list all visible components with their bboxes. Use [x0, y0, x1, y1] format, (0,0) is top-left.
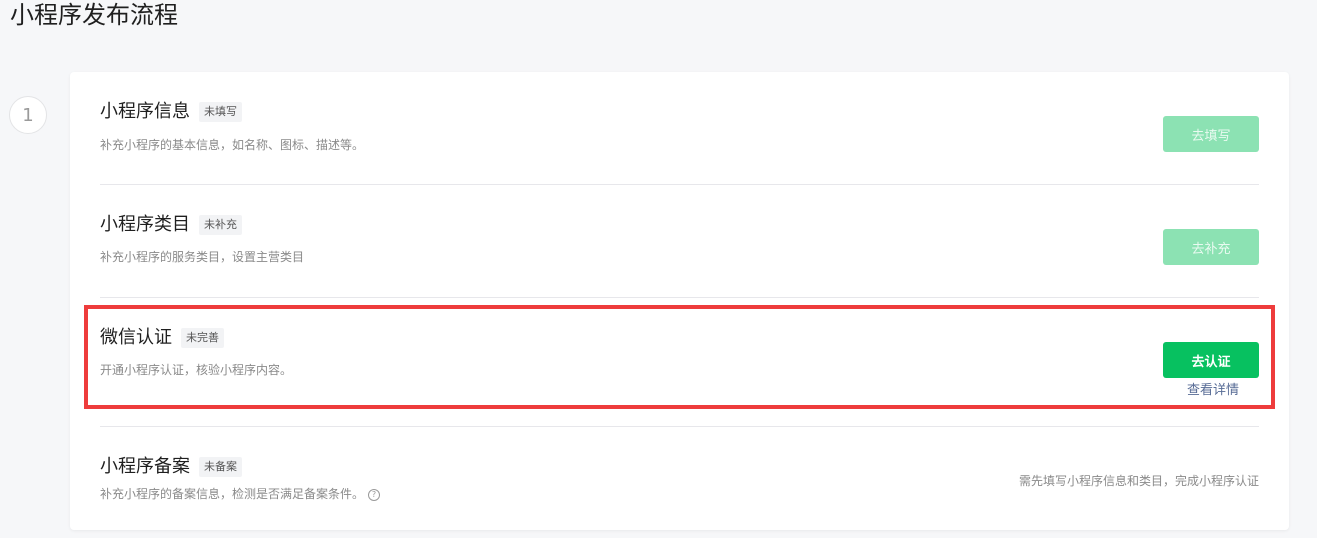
status-tag: 未备案 [199, 457, 242, 477]
step-number-badge: 1 [9, 96, 47, 134]
status-tag: 未完善 [181, 328, 224, 348]
page-title: 小程序发布流程 [10, 1, 178, 29]
add-category-button[interactable]: 去补充 [1163, 229, 1259, 265]
section-description: 补充小程序的备案信息，检测是否满足备案条件。? [100, 485, 381, 503]
section-title-row: 小程序信息 未填写 [100, 100, 242, 124]
section-description: 补充小程序的服务类目，设置主营类目 [100, 250, 305, 264]
status-tag: 未补充 [199, 215, 242, 235]
section-description: 补充小程序的基本信息，如名称、图标、描述等。 [100, 138, 365, 152]
question-circle-icon[interactable]: ? [368, 488, 381, 501]
section-title: 微信认证 [100, 327, 172, 348]
section-title-row: 小程序类目 未补充 [100, 213, 242, 237]
section-title: 小程序类目 [100, 214, 190, 235]
section-miniprogram-category: 小程序类目 未补充 补充小程序的服务类目，设置主营类目 去补充 [100, 185, 1259, 297]
publish-steps-card: 小程序信息 未填写 补充小程序的基本信息，如名称、图标、描述等。 去填写 小程序… [70, 72, 1289, 530]
section-title-row: 微信认证 未完善 [100, 326, 224, 350]
prerequisite-notice: 需先填写小程序信息和类目，完成小程序认证 [1018, 474, 1259, 488]
status-tag: 未填写 [199, 102, 242, 122]
section-wechat-verification: 微信认证 未完善 开通小程序认证，核验小程序内容。 去认证 查看详情 [100, 298, 1259, 426]
section-title: 小程序信息 [100, 101, 190, 122]
section-miniprogram-filing: 小程序备案 未备案 补充小程序的备案信息，检测是否满足备案条件。? 需先填写小程… [100, 427, 1259, 530]
section-description: 开通小程序认证，核验小程序内容。 [100, 363, 293, 377]
section-miniprogram-info: 小程序信息 未填写 补充小程序的基本信息，如名称、图标、描述等。 去填写 [100, 72, 1259, 184]
section-title: 小程序备案 [100, 456, 190, 477]
section-title-row: 小程序备案 未备案 [100, 455, 242, 479]
section-description-text: 补充小程序的备案信息，检测是否满足备案条件。 [100, 487, 365, 501]
view-details-link[interactable]: 查看详情 [1187, 382, 1239, 400]
fill-info-button[interactable]: 去填写 [1163, 116, 1259, 152]
verify-button[interactable]: 去认证 [1163, 342, 1259, 378]
